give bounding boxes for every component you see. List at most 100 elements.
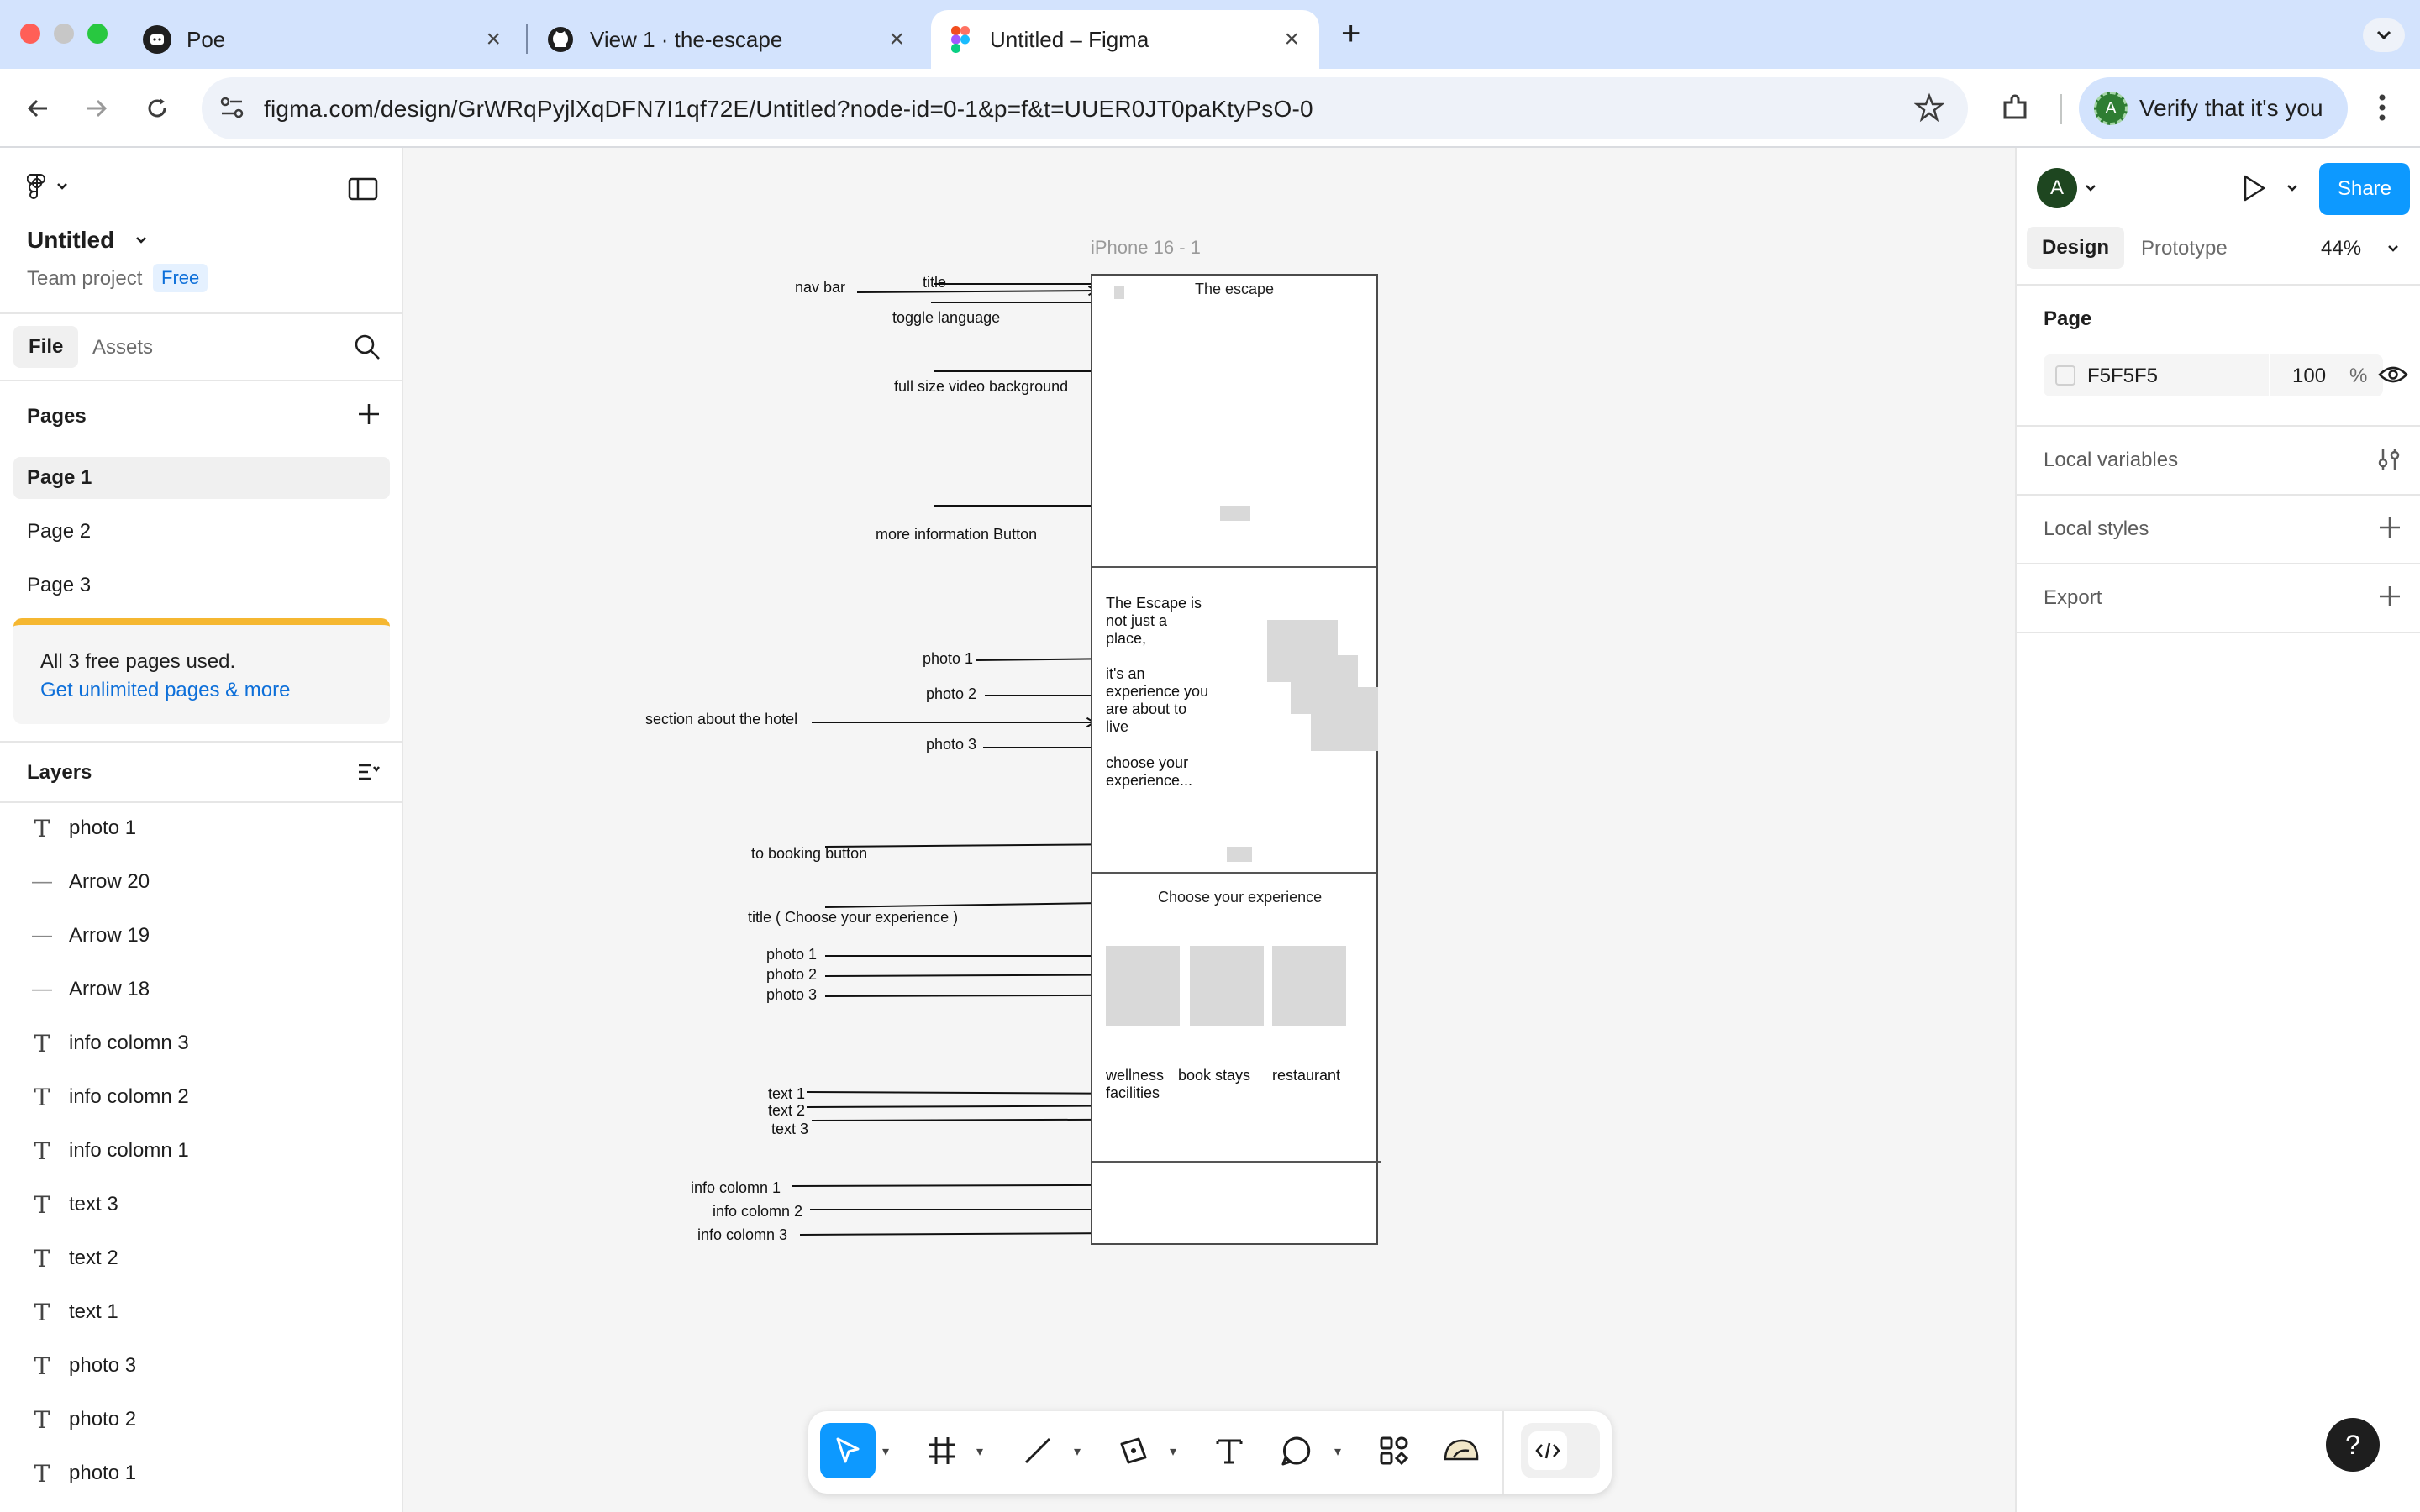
zoom-level[interactable]: 44% xyxy=(2321,237,2361,260)
page-opacity-value[interactable]: 100 xyxy=(2292,365,2326,388)
annotation-exp-photo-1[interactable]: photo 1 xyxy=(766,946,817,963)
more-info-button[interactable] xyxy=(1220,506,1250,521)
chevron-down-icon[interactable]: ▾ xyxy=(1170,1443,1176,1460)
tab-poe[interactable]: Poe × xyxy=(126,10,521,69)
close-tab-icon[interactable]: × xyxy=(486,27,501,52)
main-menu-button[interactable] xyxy=(27,173,69,200)
present-play-icon[interactable] xyxy=(2240,173,2267,203)
annotation-photo-3[interactable]: photo 3 xyxy=(926,736,976,753)
page-item-3[interactable]: Page 3 xyxy=(13,564,390,606)
forward-button[interactable] xyxy=(76,87,118,129)
frame-label[interactable]: iPhone 16 - 1 xyxy=(1091,237,1201,259)
back-button[interactable] xyxy=(17,87,59,129)
layer-row[interactable]: Tphoto 1 xyxy=(0,1446,402,1500)
experience-photo-3[interactable] xyxy=(1272,946,1346,1026)
layer-row[interactable]: Ttext 2 xyxy=(0,1231,402,1285)
new-tab-icon[interactable]: + xyxy=(1341,15,1360,53)
url-text[interactable]: figma.com/design/GrWRqPyjlXqDFN7I1qf72E/… xyxy=(264,96,1313,123)
upgrade-link[interactable]: Get unlimited pages & more xyxy=(40,679,290,702)
chevron-down-icon[interactable] xyxy=(2286,183,2299,193)
plan-badge[interactable]: Free xyxy=(153,264,208,292)
add-page-icon[interactable] xyxy=(356,402,381,431)
user-avatar[interactable]: A xyxy=(2037,168,2077,208)
extensions-icon[interactable] xyxy=(1998,91,2032,129)
tab-prototype[interactable]: Prototype xyxy=(2141,237,2228,260)
layer-row[interactable]: — Arrow 19 xyxy=(0,909,402,963)
variables-icon[interactable] xyxy=(2376,447,2402,472)
line-tool-button[interactable] xyxy=(1010,1423,1065,1478)
annotation-title[interactable]: title xyxy=(923,274,946,291)
page-item-2[interactable]: Page 2 xyxy=(13,511,390,553)
layer-row[interactable]: Tphoto 3 xyxy=(0,1339,402,1393)
annotation-title-choose[interactable]: title ( Choose your experience ) xyxy=(748,909,958,927)
annotation-section-about[interactable]: section about the hotel xyxy=(645,711,797,728)
close-tab-icon[interactable]: × xyxy=(889,27,904,52)
tab-design[interactable]: Design xyxy=(2027,227,2125,269)
local-variables-label[interactable]: Local variables xyxy=(2044,449,2178,472)
text-tool-button[interactable] xyxy=(1202,1423,1257,1478)
close-window-button[interactable] xyxy=(20,24,40,44)
share-button[interactable]: Share xyxy=(2319,163,2410,215)
address-bar[interactable]: figma.com/design/GrWRqPyjlXqDFN7I1qf72E/… xyxy=(202,77,1968,139)
eye-icon[interactable] xyxy=(2378,365,2408,385)
annotation-booking[interactable]: to booking button xyxy=(751,845,867,863)
close-tab-icon[interactable]: × xyxy=(1284,27,1299,52)
tab-github[interactable]: View 1 · the-escape × xyxy=(529,10,924,69)
resources-tool-button[interactable] xyxy=(1366,1423,1422,1478)
language-toggle[interactable] xyxy=(1114,286,1124,299)
annotation-info-3[interactable]: info colomn 3 xyxy=(697,1226,787,1244)
booking-button[interactable] xyxy=(1227,847,1252,862)
experience-photo-2[interactable] xyxy=(1190,946,1264,1026)
layer-row[interactable]: Ttext 3 xyxy=(0,1178,402,1231)
iphone-frame[interactable]: The escape The Escape is not just a plac… xyxy=(1091,274,1381,1245)
annotation-text-2[interactable]: text 2 xyxy=(768,1102,805,1120)
layer-row[interactable]: Tphoto 1 xyxy=(0,801,402,855)
arrow-line[interactable] xyxy=(856,290,1097,293)
layer-row[interactable]: Ttext 1 xyxy=(0,1285,402,1339)
minimize-window-button[interactable] xyxy=(54,24,74,44)
help-button[interactable]: ? xyxy=(2326,1418,2380,1472)
pen-tool-button[interactable] xyxy=(1106,1423,1161,1478)
design-canvas[interactable]: iPhone 16 - 1 The escape The Escape is n… xyxy=(405,148,2015,1512)
color-swatch[interactable] xyxy=(2055,365,2075,386)
arrow-line[interactable] xyxy=(799,1232,1122,1236)
zoom-window-button[interactable] xyxy=(87,24,108,44)
about-photo-3[interactable] xyxy=(1311,687,1378,751)
layer-filter-icon[interactable] xyxy=(356,759,381,789)
frame-tool-button[interactable] xyxy=(914,1423,970,1478)
chevron-down-icon[interactable] xyxy=(2084,183,2097,193)
chevron-down-icon[interactable] xyxy=(2386,244,2400,254)
annotation-toggle-language[interactable]: toggle language xyxy=(892,309,1000,327)
experience-photo-1[interactable] xyxy=(1106,946,1180,1026)
annotation-photo-2[interactable]: photo 2 xyxy=(926,685,976,703)
layer-row[interactable]: Tinfo colomn 1 xyxy=(0,1124,402,1178)
page-item-1[interactable]: Page 1 xyxy=(13,457,390,499)
chevron-down-icon[interactable]: ▾ xyxy=(1074,1443,1081,1460)
annotation-text-1[interactable]: text 1 xyxy=(768,1085,805,1103)
toggle-sidebar-icon[interactable] xyxy=(348,176,378,206)
tab-figma[interactable]: Untitled – Figma × xyxy=(931,10,1319,69)
layer-row[interactable]: — Arrow 18 xyxy=(0,963,402,1016)
export-label[interactable]: Export xyxy=(2044,586,2102,610)
chevron-down-icon[interactable]: ▾ xyxy=(1334,1443,1341,1460)
tab-assets[interactable]: Assets xyxy=(92,336,153,360)
layer-row[interactable]: Tinfo colomn 2 xyxy=(0,1070,402,1124)
search-icon[interactable] xyxy=(353,333,381,365)
dev-mode-toggle[interactable] xyxy=(1521,1423,1600,1478)
chevron-down-icon[interactable]: ▾ xyxy=(882,1443,889,1460)
move-tool-button[interactable] xyxy=(820,1423,876,1478)
layer-row[interactable]: Tphoto 2 xyxy=(0,1393,402,1446)
add-style-icon[interactable] xyxy=(2378,516,2402,539)
layer-row[interactable]: Tinfo colomn 3 xyxy=(0,1016,402,1070)
annotation-video-bg[interactable]: full size video background xyxy=(894,378,1068,396)
annotation-exp-photo-2[interactable]: photo 2 xyxy=(766,966,817,984)
annotation-info-2[interactable]: info colomn 2 xyxy=(713,1203,802,1221)
layer-row[interactable]: — Arrow 20 xyxy=(0,855,402,909)
page-fill-field[interactable]: F5F5F5 100 % xyxy=(2044,354,2383,396)
annotation-info-1[interactable]: info colomn 1 xyxy=(691,1179,781,1197)
add-export-icon[interactable] xyxy=(2378,585,2402,608)
file-title-button[interactable]: Untitled xyxy=(27,227,148,254)
annotation-nav-bar[interactable]: nav bar xyxy=(795,279,845,297)
annotation-more-info[interactable]: more information Button xyxy=(876,526,1037,543)
site-settings-icon[interactable] xyxy=(217,92,247,127)
